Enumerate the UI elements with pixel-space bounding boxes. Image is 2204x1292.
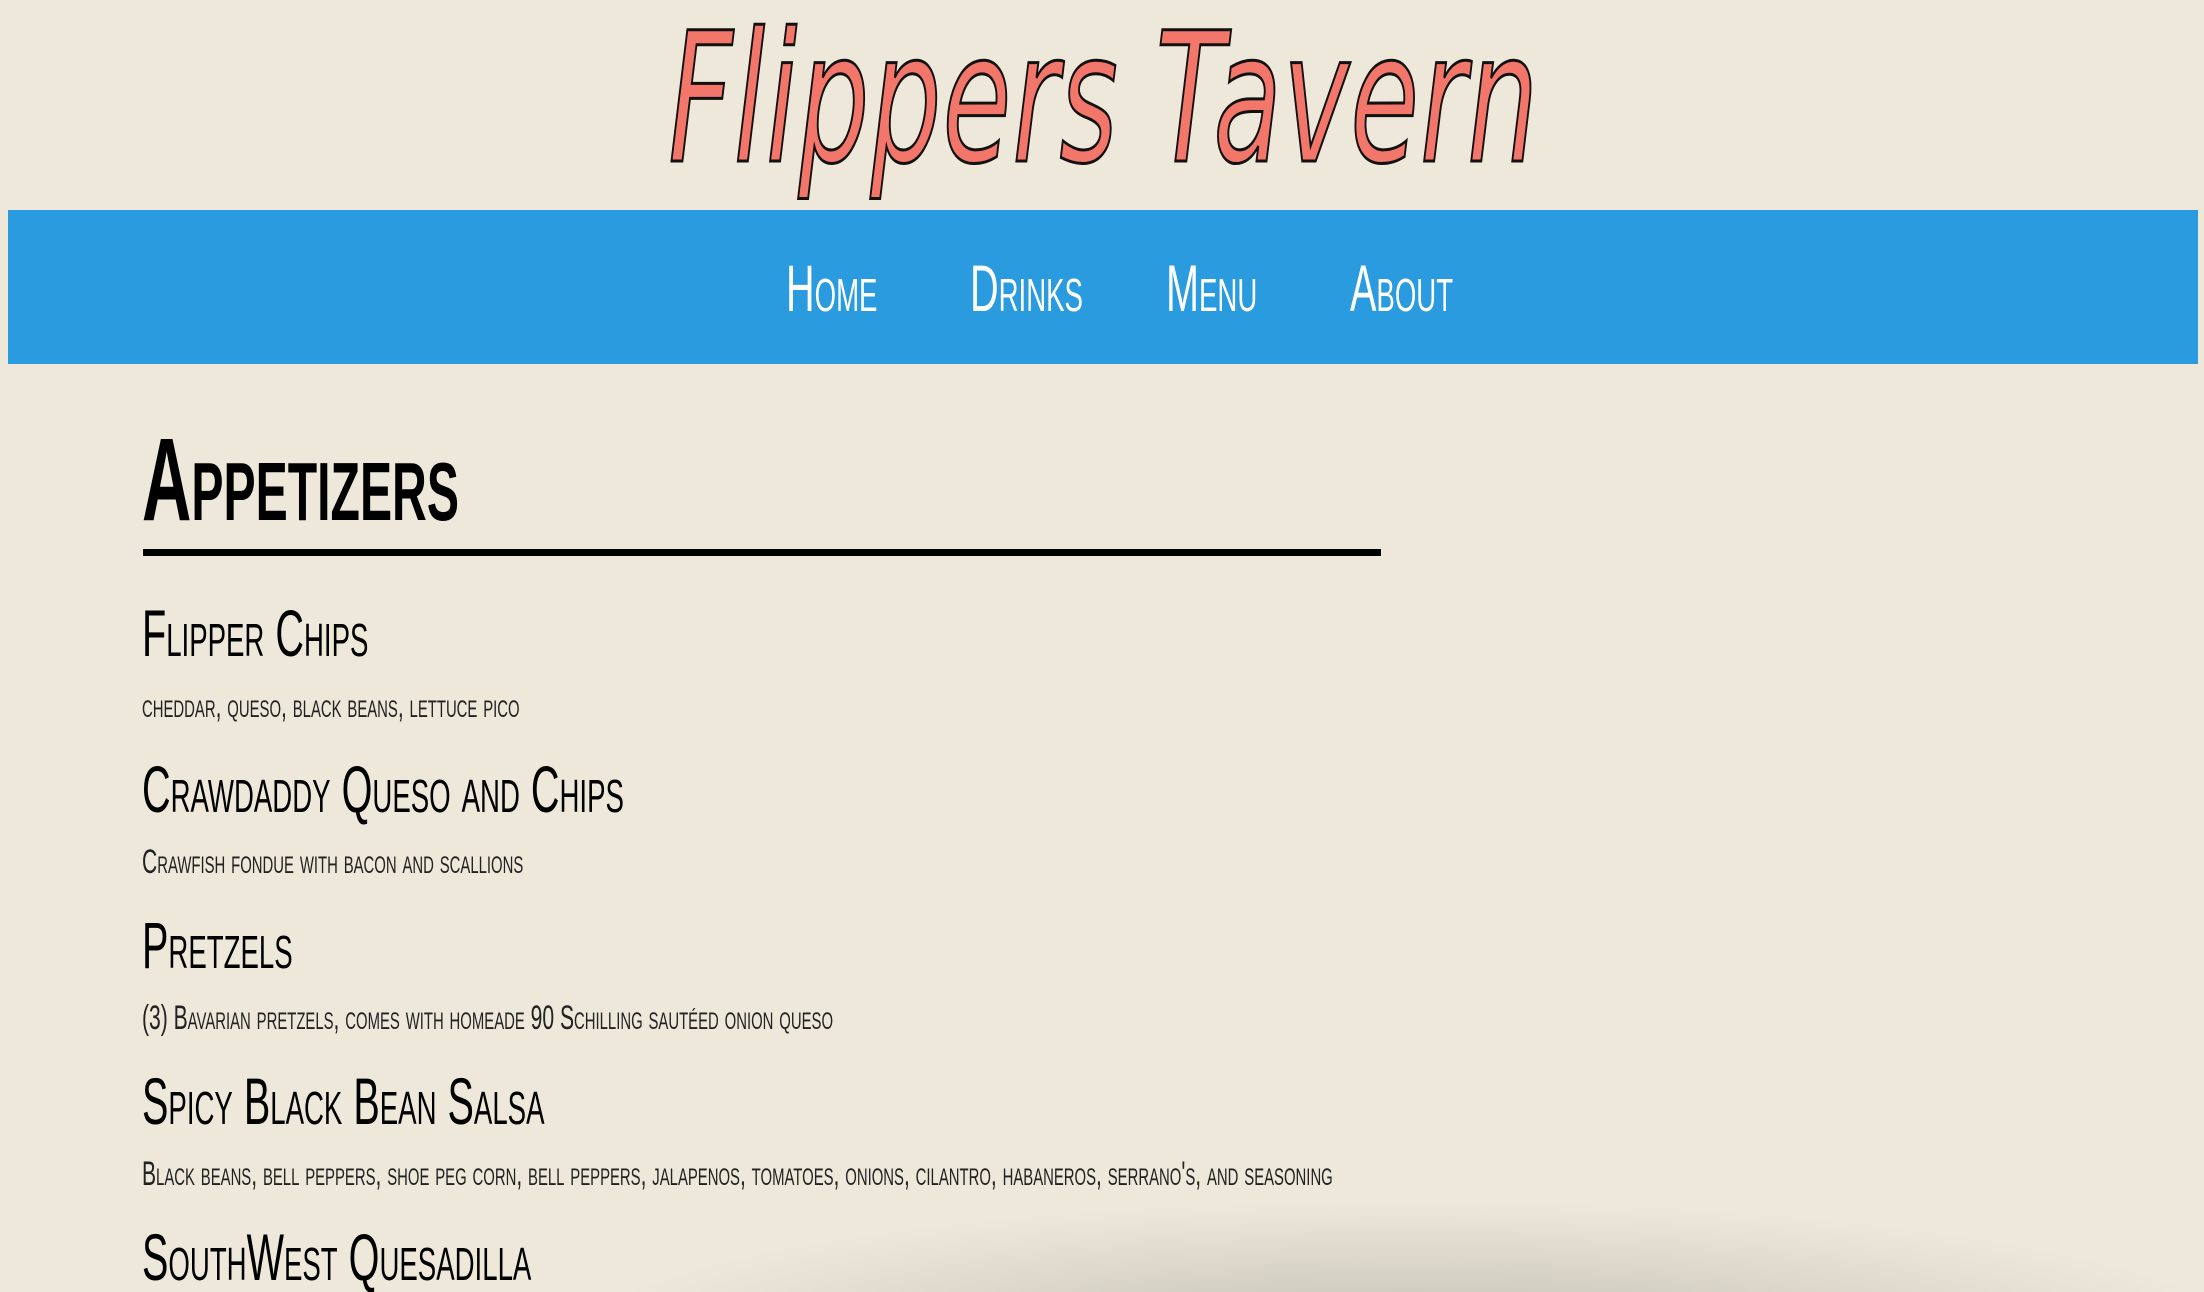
site-title: Flippers Tavern [668,0,1540,204]
menu-item-description: (3) Bavarian pretzels, comes with homead… [142,999,834,1037]
menu-item-description: Crawfish fondue with bacon and scallions [142,843,524,881]
menu-item-name: Pretzels [142,908,293,982]
menu-item-description: cheddar, queso, black beans, lettuce pic… [142,687,520,725]
nav-link-drinks[interactable]: Drinks [970,248,1083,328]
bottom-shadow [560,1200,2204,1292]
menu-item-name: Spicy Black Bean Salsa [142,1064,545,1138]
nav-link-home[interactable]: Home [786,248,877,328]
menu-item-name: SouthWest Quesadilla [142,1220,532,1292]
section-title-appetizers: Appetizers [142,414,459,546]
menu-item-description: Black beans, bell peppers, shoe peg corn… [142,1155,1333,1193]
nav-links: Home Drinks Menu About [8,210,2198,364]
section-divider [143,549,1381,556]
menu-item-name: Crawdaddy Queso and Chips [142,752,624,826]
main-nav-bar: Home Drinks Menu About [8,210,2198,364]
menu-item-name: Flipper Chips [142,596,369,670]
nav-link-menu[interactable]: Menu [1166,248,1257,328]
nav-link-about[interactable]: About [1350,248,1453,328]
